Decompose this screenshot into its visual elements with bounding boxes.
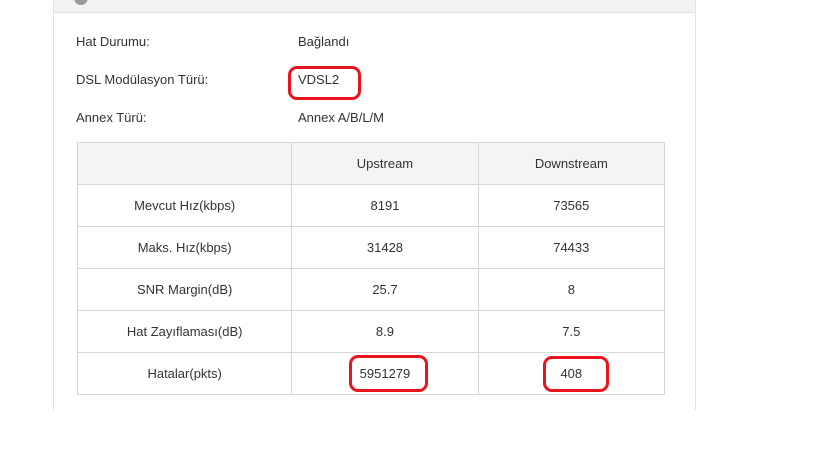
table-row: SNR Margin(dB) 25.7 8 xyxy=(76,268,666,311)
highlight-downstream-errors xyxy=(543,356,609,392)
table-header-row: Upstream Downstream xyxy=(76,142,666,185)
line-status-value: Bağlandı xyxy=(298,34,350,49)
annex-label: Annex Türü: xyxy=(76,110,147,125)
header-upstream: Upstream xyxy=(291,142,479,185)
current-rate-upstream: 8191 xyxy=(291,184,479,227)
screenshot-canvas: Hat Durumu: Bağlandı DSL Modülasyon Türü… xyxy=(0,0,819,460)
table-row: Maks. Hız(kbps) 31428 74433 xyxy=(76,226,666,269)
row-label-max-rate: Maks. Hız(kbps) xyxy=(76,226,293,269)
snr-margin-upstream: 25.7 xyxy=(291,268,479,311)
highlight-upstream-errors xyxy=(349,355,428,392)
max-rate-upstream: 31428 xyxy=(291,226,479,269)
attenuation-upstream: 8.9 xyxy=(291,310,479,353)
header-empty-cell xyxy=(76,142,293,185)
attenuation-downstream: 7.5 xyxy=(477,310,666,353)
row-label-errors: Hatalar(pkts) xyxy=(76,352,293,395)
section-icon xyxy=(74,0,88,5)
line-status-label: Hat Durumu: xyxy=(76,34,150,49)
panel-header xyxy=(54,0,695,13)
highlight-modulation-value xyxy=(288,66,361,100)
table-row: Hat Zayıflaması(dB) 8.9 7.5 xyxy=(76,310,666,353)
dsl-status-panel: Hat Durumu: Bağlandı DSL Modülasyon Türü… xyxy=(53,0,696,410)
row-label-current-rate: Mevcut Hız(kbps) xyxy=(76,184,293,227)
table-row: Mevcut Hız(kbps) 8191 73565 xyxy=(76,184,666,227)
modulation-label: DSL Modülasyon Türü: xyxy=(76,72,209,87)
row-label-snr-margin: SNR Margin(dB) xyxy=(76,268,293,311)
snr-margin-downstream: 8 xyxy=(477,268,666,311)
annex-value: Annex A/B/L/M xyxy=(298,110,384,125)
current-rate-downstream: 73565 xyxy=(477,184,666,227)
header-downstream: Downstream xyxy=(477,142,666,185)
max-rate-downstream: 74433 xyxy=(477,226,666,269)
row-label-attenuation: Hat Zayıflaması(dB) xyxy=(76,310,293,353)
